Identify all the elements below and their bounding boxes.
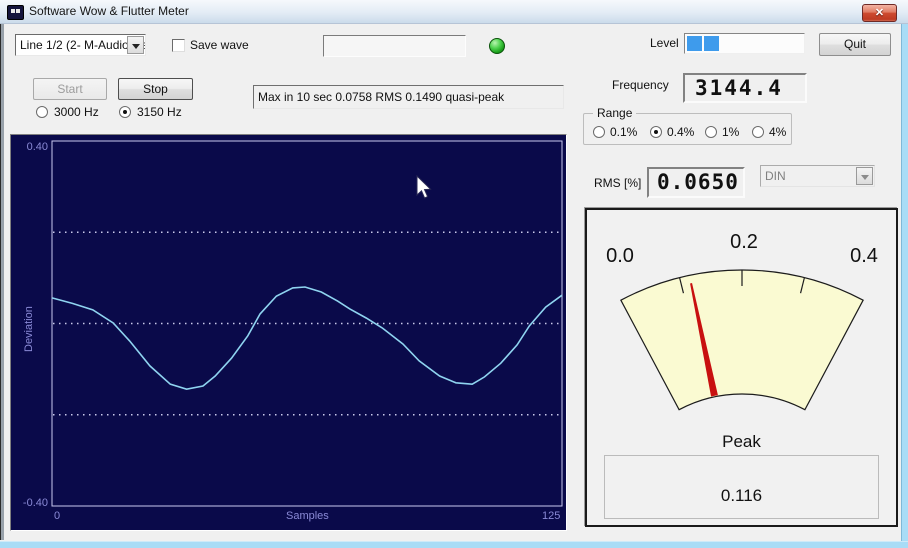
- app-window: Software Wow & Flutter Meter ✕ Line 1/2 …: [0, 0, 908, 548]
- freq-3000hz-label: 3000 Hz: [54, 105, 99, 119]
- svg-text:0.2: 0.2: [730, 231, 758, 253]
- range-0.4-radio[interactable]: [650, 126, 662, 138]
- peak-value: 0.116: [720, 486, 763, 505]
- weighting-value: DIN: [765, 169, 786, 183]
- level-meter: [684, 33, 805, 54]
- y-axis-label: Deviation: [23, 306, 35, 352]
- y-min-tick: -0.40: [22, 497, 48, 509]
- svg-text:0.0: 0.0: [606, 245, 634, 267]
- window-border-right: [901, 24, 908, 548]
- window-border-bottom: [0, 541, 908, 548]
- range-group-label: Range: [593, 106, 637, 120]
- range-1-label: 1%: [722, 125, 740, 139]
- range-0.1-radio[interactable]: [593, 126, 605, 138]
- frequency-display: 3144.4: [683, 73, 807, 103]
- weighting-select[interactable]: DIN: [760, 165, 875, 187]
- save-wave-checkbox[interactable]: [172, 39, 185, 52]
- range-1-radio[interactable]: [705, 126, 717, 138]
- range-0.1-label: 0.1%: [610, 125, 638, 139]
- start-button[interactable]: Start: [33, 78, 107, 100]
- frequency-label: Frequency: [612, 78, 669, 92]
- freq-3150hz-label: 3150 Hz: [137, 105, 182, 119]
- range-4-label: 4%: [769, 125, 787, 139]
- stop-button[interactable]: Stop: [118, 78, 193, 100]
- level-label: Level: [650, 36, 679, 50]
- rms-label: RMS [%]: [594, 176, 642, 190]
- quit-button[interactable]: Quit: [819, 33, 891, 56]
- chevron-down-icon: [856, 167, 873, 185]
- save-wave-label: Save wave: [190, 38, 249, 52]
- peak-display: 0.116: [604, 455, 879, 519]
- title-bar: Software Wow & Flutter Meter ✕: [0, 0, 908, 24]
- x-min-tick: 0: [54, 510, 61, 522]
- peak-label: Peak: [722, 432, 761, 451]
- range-0.4-label: 0.4%: [667, 125, 695, 139]
- window-title: Software Wow & Flutter Meter: [29, 4, 189, 18]
- freq-3000hz-radio[interactable]: [36, 106, 48, 118]
- input-device-select[interactable]: Line 1/2 (2- M-Audio De: [15, 34, 146, 56]
- x-axis-label: Samples: [286, 510, 329, 522]
- window-border-left: [0, 24, 4, 540]
- svg-text:0.4: 0.4: [850, 245, 878, 267]
- app-icon: [7, 5, 24, 20]
- analog-meter-panel: 0.0 0.2 0.4 Peak 0.116: [585, 208, 898, 527]
- freq-3150hz-radio[interactable]: [119, 106, 131, 118]
- y-max-tick: 0.40: [26, 141, 48, 153]
- rms-display: 0.0650: [647, 167, 745, 198]
- filename-input[interactable]: [323, 35, 466, 57]
- range-4-radio[interactable]: [752, 126, 764, 138]
- deviation-chart: [51, 140, 563, 507]
- x-max-tick: 125: [542, 510, 561, 522]
- measurement-status: Max in 10 sec 0.0758 RMS 0.1490 quasi-pe…: [253, 85, 564, 109]
- signal-led-icon: [489, 38, 505, 54]
- close-button[interactable]: ✕: [862, 4, 897, 22]
- chevron-down-icon[interactable]: [127, 36, 144, 54]
- deviation-chart-panel: 0.40 -0.40 0 Samples 125 Deviation: [10, 134, 567, 531]
